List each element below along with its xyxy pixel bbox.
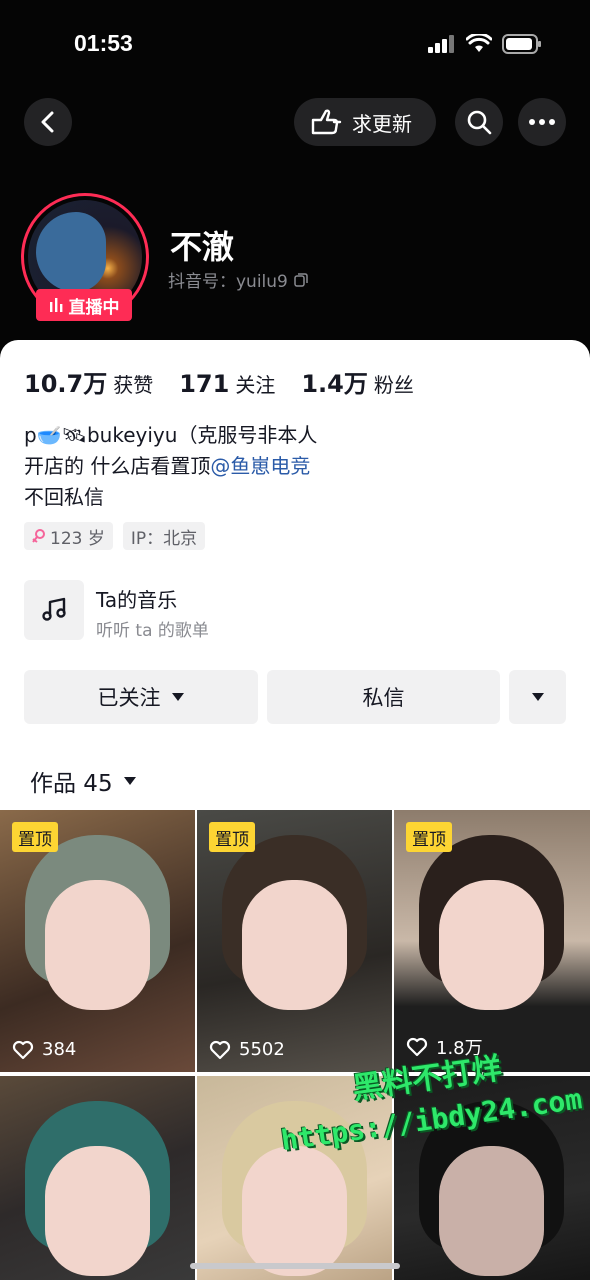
like-count: 384	[12, 1039, 76, 1060]
live-badge[interactable]: 直播中	[36, 289, 132, 321]
pinned-badge: 置顶	[12, 822, 58, 852]
message-label: 私信	[362, 686, 405, 710]
copy-icon	[294, 272, 308, 287]
bio-line-2-text: 开店的 什么店看置顶	[24, 454, 211, 478]
search-button[interactable]	[455, 98, 503, 146]
signal-icon	[428, 35, 454, 53]
ip-text: IP：北京	[130, 528, 198, 549]
top-nav: 求更新	[0, 98, 590, 146]
pinned-badge: 置顶	[209, 822, 255, 852]
tag-row: 123 岁 IP：北京	[24, 522, 206, 550]
search-icon	[467, 110, 492, 135]
age-tag: 123 岁	[24, 522, 113, 550]
stat-label: 粉丝	[373, 373, 414, 397]
back-button[interactable]	[24, 98, 72, 146]
music-note-icon	[24, 580, 84, 640]
stat-following[interactable]: 171 关注	[179, 369, 275, 398]
message-button[interactable]: 私信	[267, 670, 500, 724]
more-actions-button[interactable]	[509, 670, 566, 724]
bio-line-3: 不回私信	[24, 485, 104, 509]
caret-down-icon	[531, 693, 544, 701]
video-tile[interactable]	[0, 1076, 195, 1280]
female-icon	[32, 529, 45, 543]
action-buttons: 已关注 私信	[24, 670, 566, 724]
heart-icon	[209, 1040, 231, 1059]
bio-line-1: p🥣🛰bukeyiyu（克服号非本人	[24, 423, 318, 447]
like-count: 5502	[209, 1039, 285, 1060]
following-button[interactable]: 已关注	[24, 670, 258, 724]
battery-icon	[502, 34, 541, 54]
following-label: 已关注	[97, 686, 161, 710]
live-bars-icon	[49, 298, 62, 312]
video-tile[interactable]: 置顶 5502	[197, 810, 392, 1072]
stat-value: 171	[179, 370, 230, 398]
stat-label: 获赞	[113, 373, 154, 397]
music-title: Ta的音乐	[96, 588, 178, 612]
status-time: 01:53	[74, 30, 133, 56]
bio: p🥣🛰bukeyiyu（克服号非本人 开店的 什么店看置顶@鱼崽电竞 不回私信	[24, 420, 317, 513]
home-indicator[interactable]	[190, 1263, 400, 1269]
stats-row: 10.7万 获赞 171 关注 1.4万 粉丝	[24, 364, 414, 399]
music-subtitle: 听听 ta 的歌单	[96, 621, 209, 641]
douyin-id[interactable]: 抖音号：yuilu9	[168, 267, 308, 292]
bio-line-2: 开店的 什么店看置顶@鱼崽电竞	[24, 451, 317, 482]
pointing-hand-icon	[311, 109, 342, 135]
music-entry[interactable]: Ta的音乐 听听 ta 的歌单	[24, 580, 564, 641]
profile-header: 01:53 求更新 直播中 不澈 抖音号：yuilu9	[0, 0, 590, 380]
heart-icon	[12, 1040, 34, 1059]
wifi-icon	[466, 34, 492, 52]
bio-mention-link[interactable]: @鱼崽电竞	[210, 454, 310, 478]
live-badge-label: 直播中	[68, 297, 120, 318]
status-bar: 01:53	[0, 24, 590, 64]
caret-down-icon	[171, 693, 184, 701]
works-tab-label: 作品 45	[30, 771, 113, 797]
request-update-label: 求更新	[352, 111, 412, 136]
age-text: 123 岁	[50, 528, 105, 549]
stat-label: 关注	[235, 373, 276, 397]
stat-value: 10.7万	[24, 370, 108, 398]
works-tab[interactable]: 作品 45	[30, 764, 137, 798]
stat-followers[interactable]: 1.4万 粉丝	[301, 364, 414, 399]
like-count-text: 384	[42, 1039, 77, 1060]
video-tile[interactable]: 置顶 384	[0, 810, 195, 1072]
stat-value: 1.4万	[301, 370, 368, 398]
ip-tag: IP：北京	[122, 522, 206, 550]
pinned-badge: 置顶	[406, 822, 452, 852]
more-button[interactable]	[518, 98, 566, 146]
chevron-left-icon	[41, 111, 54, 133]
status-icons	[428, 34, 542, 54]
stat-likes[interactable]: 10.7万 获赞	[24, 364, 153, 399]
profile-name: 不澈	[170, 228, 235, 266]
request-update-button[interactable]: 求更新	[294, 98, 436, 146]
like-count-text: 5502	[239, 1039, 285, 1060]
more-dots-icon	[529, 119, 555, 125]
caret-down-icon	[123, 777, 136, 785]
video-tile[interactable]: 置顶 1.8万	[394, 810, 590, 1072]
douyin-id-text: 抖音号：yuilu9	[168, 272, 288, 292]
